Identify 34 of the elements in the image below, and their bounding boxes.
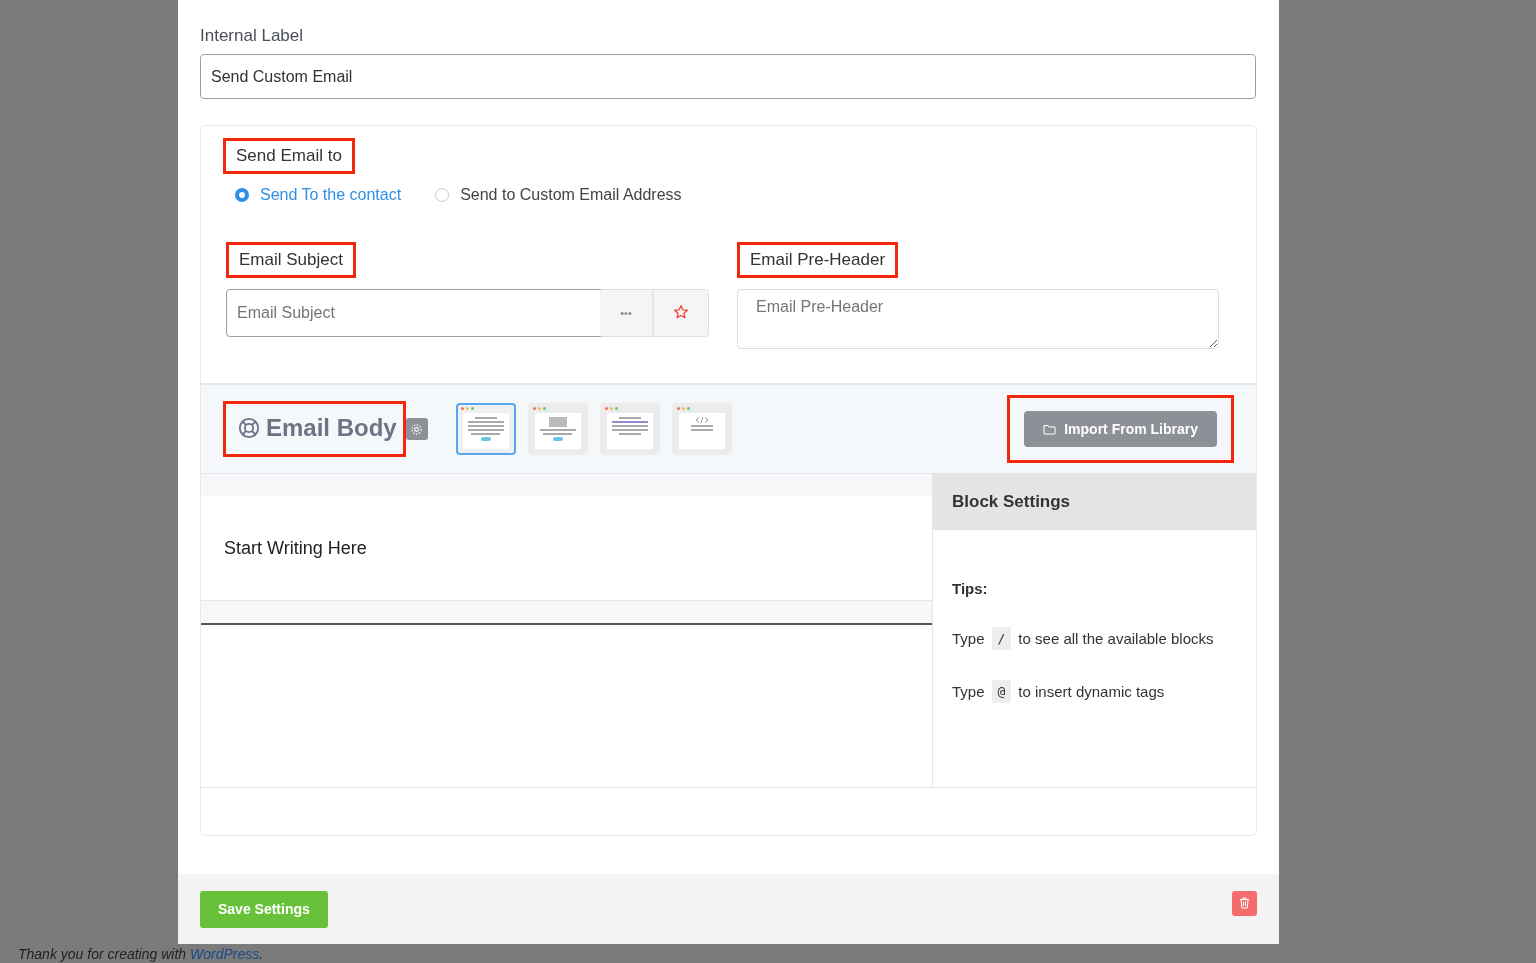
template-thumbnail[interactable] <box>527 403 588 455</box>
key-hint: / <box>991 627 1012 650</box>
field-label: Send Email to <box>223 138 355 174</box>
input-field[interactable]: Send Custom Email <box>200 54 1256 99</box>
field-label: Email Pre-Header <box>737 242 899 278</box>
field-label: Email Subject <box>226 242 356 278</box>
email-body-title: Email Body <box>223 401 406 457</box>
footer-text: Thank you for creating with WordPress. <box>18 946 264 962</box>
star-button[interactable] <box>654 290 708 336</box>
key-hint: @ <box>991 680 1012 703</box>
save-button[interactable]: Save Settings <box>200 890 328 928</box>
lifebuoy-icon <box>238 417 260 439</box>
radio-option[interactable]: Send to Custom Email Address <box>435 186 682 204</box>
panel-title: Block Settings <box>933 474 1256 530</box>
import-button[interactable]: Import From Library <box>1024 411 1217 447</box>
delete-button[interactable] <box>1232 890 1257 916</box>
template-thumbnail[interactable] <box>671 403 732 455</box>
tips-title: Tips: <box>952 580 989 597</box>
settings-button[interactable] <box>405 418 428 440</box>
tip-text: to see all the available blocks <box>1018 630 1214 647</box>
tip-text: to insert dynamic tags <box>1018 683 1165 700</box>
star-icon <box>673 304 689 320</box>
trash-icon <box>1239 897 1250 909</box>
more-button[interactable]: ••• <box>600 290 654 336</box>
template-thumbnail[interactable] <box>455 403 516 455</box>
gear-icon <box>410 422 424 436</box>
field-label: Internal Label <box>200 26 305 46</box>
tip-text: Type <box>952 630 985 647</box>
text-area[interactable]: Email Pre-Header <box>737 289 1219 349</box>
template-thumbnail[interactable] <box>599 403 660 455</box>
radio-option[interactable]: Send To the contact <box>235 186 402 204</box>
tip-text: Type <box>952 683 985 700</box>
folder-icon <box>1043 423 1057 435</box>
input-field[interactable]: Email Subject <box>226 289 601 337</box>
